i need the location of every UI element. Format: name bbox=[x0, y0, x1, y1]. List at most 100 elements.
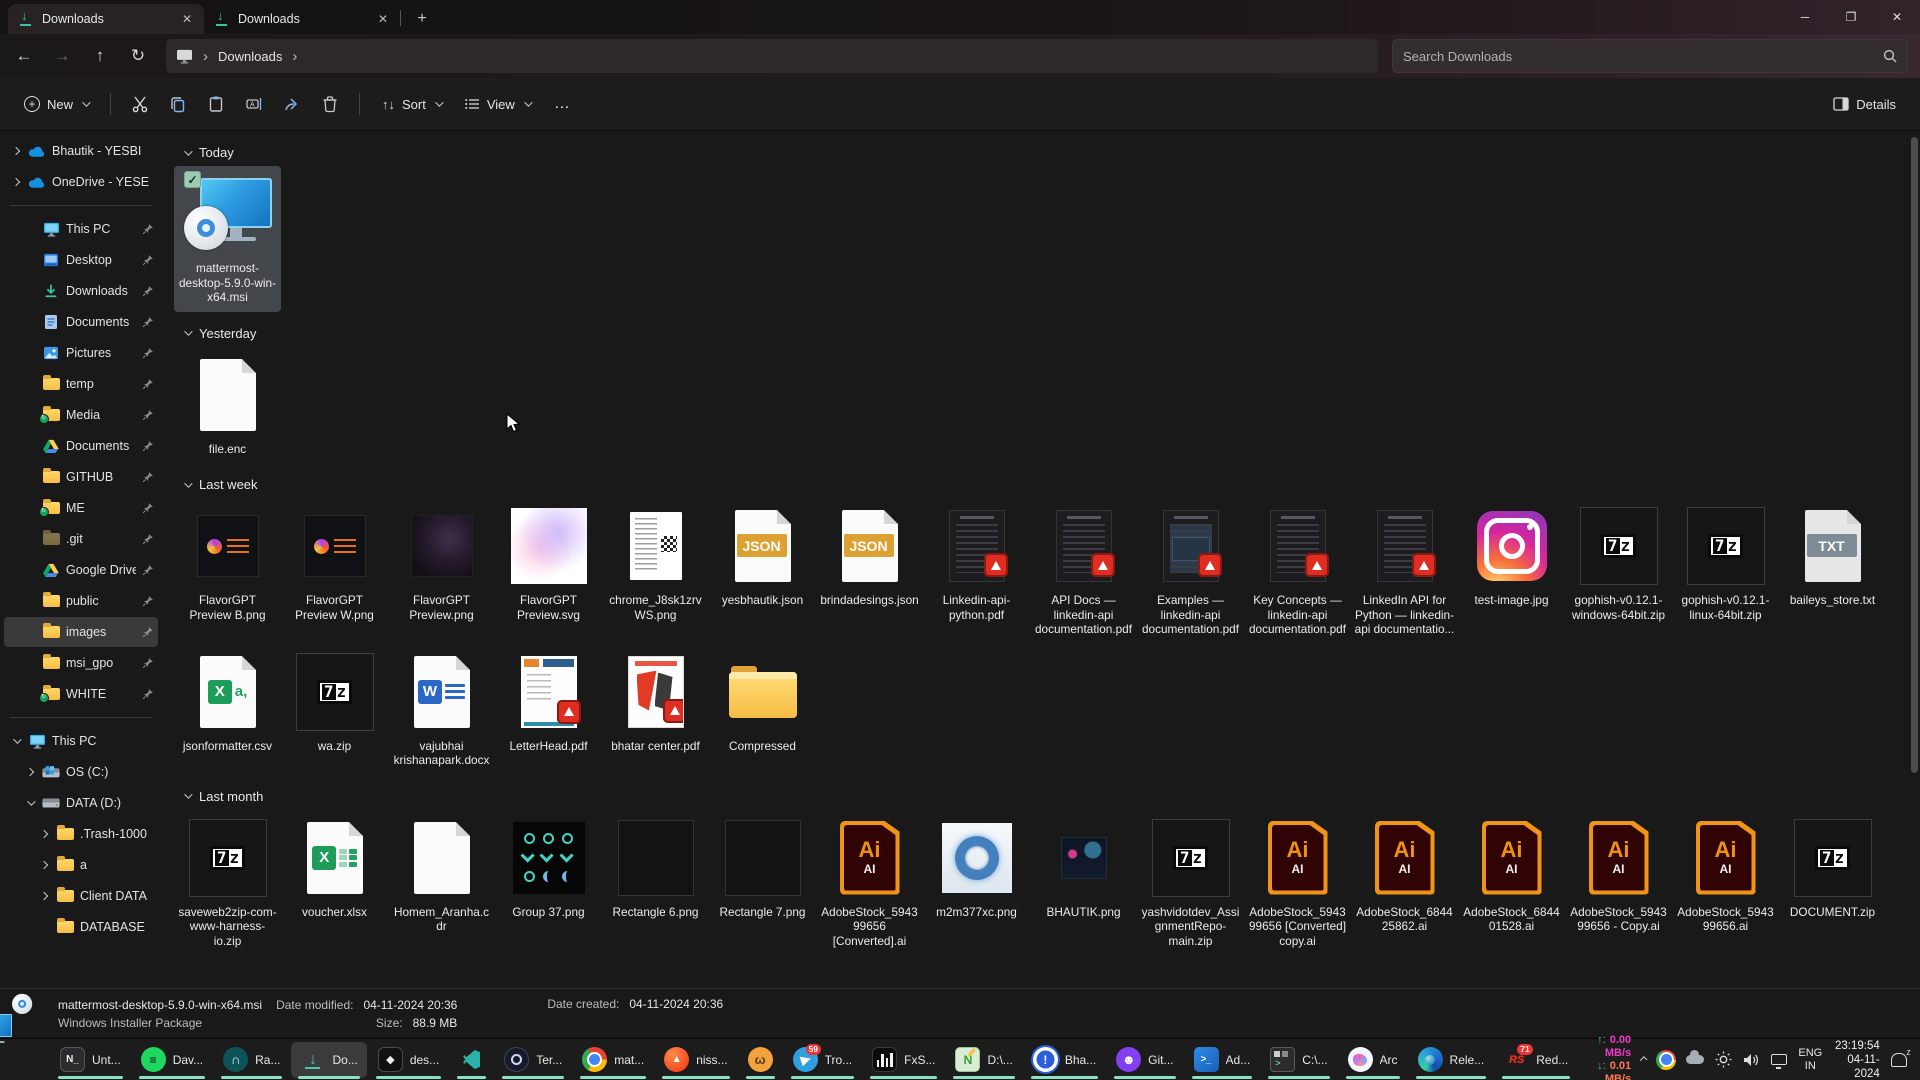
file-item[interactable]: LetterHead.pdf bbox=[495, 644, 602, 761]
file-item[interactable]: m2m377xc.png bbox=[923, 810, 1030, 927]
new-tab-button[interactable]: + bbox=[409, 6, 435, 32]
file-item[interactable]: Homem_Aranha.cdr bbox=[388, 810, 495, 941]
file-item[interactable]: JSONbrindadesings.json bbox=[816, 498, 923, 615]
file-item[interactable]: AiAIAdobeStock_684401528.ai bbox=[1458, 810, 1565, 941]
file-item[interactable]: Examples — linkedin-api documentation.pd… bbox=[1137, 498, 1244, 644]
file-item[interactable]: AiAIAdobeStock_594399656 [Converted].ai bbox=[816, 810, 923, 956]
close-button[interactable]: ✕ bbox=[1874, 0, 1920, 34]
back-button[interactable]: ← bbox=[6, 39, 42, 73]
up-button[interactable]: ↑ bbox=[82, 39, 118, 73]
network-icon[interactable] bbox=[1770, 1049, 1788, 1071]
new-button[interactable]: + New bbox=[14, 86, 98, 122]
taskbar-item-onepassword[interactable]: !Bha... bbox=[1024, 1042, 1105, 1078]
chevron-right-icon[interactable] bbox=[26, 768, 34, 776]
taskbar-item-discord[interactable]: ω bbox=[739, 1042, 782, 1078]
file-item[interactable]: BHAUTIK.png bbox=[1030, 810, 1137, 927]
taskbar-item-notepad[interactable]: N_Unt... bbox=[51, 1042, 130, 1078]
sidebar-item-google-drive[interactable]: Google Drive bbox=[4, 555, 158, 585]
file-item[interactable]: ✓mattermost-desktop-5.9.0-win-x64.msi bbox=[174, 166, 281, 312]
sidebar-item-a[interactable]: a bbox=[4, 850, 158, 880]
chevron-right-icon[interactable] bbox=[40, 861, 48, 869]
cut-button[interactable] bbox=[123, 87, 157, 121]
group-header-last-month[interactable]: Last month bbox=[174, 783, 1906, 810]
file-item[interactable]: Group 37.png bbox=[495, 810, 602, 927]
vertical-scrollbar[interactable] bbox=[1909, 135, 1919, 984]
sidebar-item-msi-gpo[interactable]: msi_gpo bbox=[4, 648, 158, 678]
tab-close-icon[interactable]: ✕ bbox=[374, 10, 392, 28]
details-button[interactable]: Details bbox=[1823, 86, 1906, 122]
sidebar-item-documents[interactable]: Documents bbox=[4, 307, 158, 337]
minimize-button[interactable]: ─ bbox=[1782, 0, 1828, 34]
file-item[interactable]: bhatar center.pdf bbox=[602, 644, 709, 761]
file-item[interactable]: API Docs — linkedin-api documentation.pd… bbox=[1030, 498, 1137, 644]
file-item[interactable]: AiAIAdobeStock_594399656 [Converted] cop… bbox=[1244, 810, 1351, 956]
search-box[interactable] bbox=[1392, 39, 1908, 73]
file-item[interactable]: file.enc bbox=[174, 347, 281, 464]
file-item[interactable]: 7zsaveweb2zip-com-www-harness-io.zip bbox=[174, 810, 281, 956]
clock[interactable]: 23:19:54 04-11-2024 bbox=[1832, 1039, 1880, 1080]
sidebar-item-this-pc[interactable]: This PC bbox=[4, 214, 158, 244]
taskbar-item-spotify[interactable]: ≡Dav... bbox=[132, 1042, 212, 1078]
refresh-button[interactable]: ↻ bbox=[120, 39, 156, 73]
sidebar-item-this-pc[interactable]: This PC bbox=[4, 726, 158, 756]
sidebar-item-temp[interactable]: temp bbox=[4, 369, 158, 399]
file-item[interactable]: JSONyesbhautik.json bbox=[709, 498, 816, 615]
file-item[interactable]: LinkedIn API for Python — linkedin-api d… bbox=[1351, 498, 1458, 644]
forward-button[interactable]: → bbox=[44, 39, 80, 73]
group-collapse-chevron-icon[interactable] bbox=[184, 327, 192, 335]
network-speed-widget[interactable]: ↑:0.00 MB/s ↓:0.01 MB/s bbox=[1579, 1034, 1631, 1080]
sidebar-item-os-c-[interactable]: OS (C:) bbox=[4, 757, 158, 787]
hidden-icons-chevron[interactable] bbox=[1640, 1056, 1648, 1064]
taskbar-item-vscode[interactable] bbox=[450, 1042, 493, 1078]
chevron-right-icon[interactable] bbox=[40, 892, 48, 900]
chevron-right-icon[interactable] bbox=[40, 830, 48, 838]
taskbar-item-edge[interactable]: Rele... bbox=[1409, 1042, 1494, 1078]
chrome-tray-icon[interactable] bbox=[1656, 1050, 1676, 1070]
taskbar-item-3d-app[interactable]: ◆des... bbox=[369, 1042, 448, 1078]
more-options-button[interactable]: … bbox=[544, 86, 581, 122]
chevron-down-icon[interactable] bbox=[13, 735, 21, 743]
taskbar-item-fxsound[interactable]: FxS... bbox=[863, 1042, 944, 1078]
notification-bell-icon[interactable] bbox=[1890, 1049, 1908, 1071]
chevron-right-icon[interactable] bbox=[12, 147, 20, 155]
file-item[interactable]: Compressed bbox=[709, 644, 816, 761]
sidebar-item-desktop[interactable]: Desktop bbox=[4, 245, 158, 275]
taskbar-item-arc-browser[interactable]: Arc bbox=[1339, 1042, 1407, 1078]
sidebar-item-client-data[interactable]: Client DATA bbox=[4, 881, 158, 911]
sidebar-item-downloads[interactable]: Downloads bbox=[4, 276, 158, 306]
taskbar-item-github-desktop[interactable]: ☻Git... bbox=[1107, 1042, 1182, 1078]
group-collapse-chevron-icon[interactable] bbox=[184, 147, 192, 155]
taskbar-item-terminal-app[interactable]: Ter... bbox=[495, 1042, 571, 1078]
restore-button[interactable]: ❐ bbox=[1828, 0, 1874, 34]
taskbar-item-redstream[interactable]: RSRed...71 bbox=[1495, 1042, 1577, 1078]
file-item[interactable]: 7zyashvidotdev_AssignmentRepo-main.zip bbox=[1137, 810, 1244, 956]
sidebar-item-white[interactable]: ↻WHITE bbox=[4, 679, 158, 709]
address-bar[interactable]: › Downloads › bbox=[166, 39, 1378, 73]
file-item[interactable]: test-image.jpg bbox=[1458, 498, 1565, 615]
file-item[interactable]: Xa,jsonformatter.csv bbox=[174, 644, 281, 761]
taskbar-item-start-button[interactable] bbox=[6, 1042, 49, 1078]
chevron-down-icon[interactable] bbox=[27, 797, 35, 805]
file-item[interactable]: 7zgophish-v0.12.1-windows-64bit.zip bbox=[1565, 498, 1672, 629]
brightness-icon[interactable] bbox=[1714, 1049, 1732, 1071]
file-item[interactable]: 7zwa.zip bbox=[281, 644, 388, 761]
group-header-today[interactable]: Today bbox=[174, 139, 1906, 166]
share-button[interactable] bbox=[275, 87, 309, 121]
file-item[interactable]: AiAIAdobeStock_594399656.ai bbox=[1672, 810, 1779, 941]
taskbar-item-file-explorer-downloads[interactable]: ↓Do... bbox=[291, 1042, 366, 1078]
sidebar-item-data-d-[interactable]: DATA (D:) bbox=[4, 788, 158, 818]
group-header-last-week[interactable]: Last week bbox=[174, 471, 1906, 498]
group-collapse-chevron-icon[interactable] bbox=[184, 479, 192, 487]
scrollbar-thumb[interactable] bbox=[1911, 137, 1918, 773]
taskbar-item-brave[interactable]: ▲niss... bbox=[655, 1042, 736, 1078]
sidebar-item-public[interactable]: public bbox=[4, 586, 158, 616]
search-input[interactable] bbox=[1403, 49, 1883, 64]
file-checkbox[interactable]: ✓ bbox=[184, 171, 201, 188]
cloud-tray-icon[interactable] bbox=[1686, 1049, 1704, 1071]
tab-downloads-inactive[interactable]: Downloads ✕ bbox=[204, 4, 400, 34]
volume-icon[interactable] bbox=[1742, 1049, 1760, 1071]
tab-close-icon[interactable]: ✕ bbox=[178, 10, 196, 28]
taskbar-item-telegram[interactable]: Tro...59 bbox=[784, 1042, 862, 1078]
file-item[interactable]: AiAIAdobeStock_594399656 - Copy.ai bbox=[1565, 810, 1672, 941]
taskbar-item-chrome[interactable]: mat... bbox=[573, 1042, 653, 1078]
